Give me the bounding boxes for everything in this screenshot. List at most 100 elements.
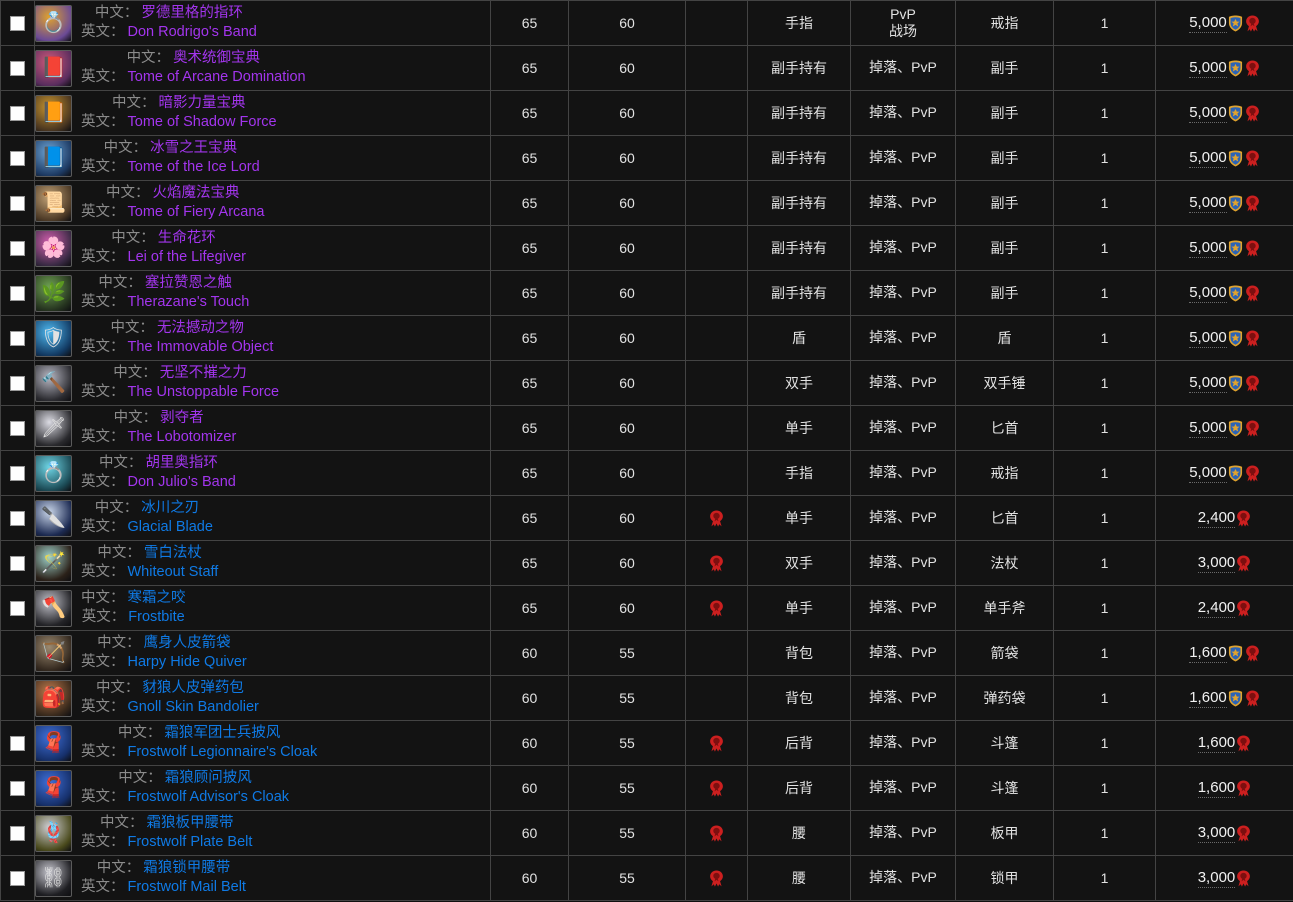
table-row[interactable]: 🪄 中文： 雪白法杖 英文： Whiteout Staff 65 60 双手 掉落、PvP 法杖 1… — [0, 540, 1293, 586]
row-checkbox[interactable] — [10, 781, 25, 797]
item-link-cn[interactable]: 霜狼军团士兵披风 — [164, 725, 280, 741]
table-row[interactable]: ⛓ 中文： 霜狼锁甲腰带 英文： Frostwolf Mail Belt 60 55 腰 掉落、… — [0, 855, 1293, 901]
row-checkbox[interactable] — [10, 241, 25, 257]
row-select-cell[interactable] — [0, 135, 35, 181]
item-link-en[interactable]: Tome of Arcane Domination — [128, 69, 306, 85]
item-link-cn[interactable]: 暗影力量宝典 — [159, 95, 246, 111]
row-checkbox[interactable] — [10, 376, 25, 392]
row-select-cell[interactable] — [0, 180, 35, 226]
item-link-en[interactable]: Glacial Blade — [128, 519, 213, 535]
row-checkbox[interactable] — [10, 826, 25, 842]
item-link-cn[interactable]: 胡里奥指环 — [145, 455, 218, 471]
item-link-cn[interactable]: 火焰魔法宝典 — [153, 185, 240, 201]
item-link-en[interactable]: Tome of Shadow Force — [128, 114, 277, 130]
table-row[interactable]: 🗡 中文： 剥夺者 英文： The Lobotomizer 65 60 单手 掉落、PvP 匕首 1… — [0, 405, 1293, 451]
item-link-en[interactable]: Don Rodrigo's Band — [128, 24, 257, 40]
item-link-cn[interactable]: 无法撼动之物 — [157, 320, 244, 336]
table-row[interactable]: 📙 中文： 暗影力量宝典 英文： Tome of Shadow Force 65 60 副手持… — [0, 90, 1293, 136]
item-link-cn[interactable]: 鹰身人皮箭袋 — [144, 635, 231, 651]
item-link-cn[interactable]: 冰川之刃 — [141, 500, 199, 516]
table-row[interactable]: 🔨 中文： 无坚不摧之力 英文： The Unstoppable Force 65 60 双手… — [0, 360, 1293, 406]
ring-gold-icon[interactable]: 💍 — [35, 4, 72, 42]
item-link-cn[interactable]: 寒霜之咬 — [128, 590, 186, 606]
item-link-en[interactable]: Gnoll Skin Bandolier — [128, 699, 259, 715]
table-row[interactable]: 💍 中文： 胡里奥指环 英文： Don Julio's Band 65 60 手指 掉落、PvP… — [0, 450, 1293, 496]
table-row[interactable]: 🌿 中文： 塞拉赞恩之触 英文： Therazane's Touch 65 60 副手持有 掉落… — [0, 270, 1293, 316]
row-select-cell[interactable] — [0, 360, 35, 406]
tome-blue-icon[interactable]: 📘 — [35, 139, 72, 177]
item-link-cn[interactable]: 无坚不摧之力 — [160, 365, 247, 381]
table-row[interactable]: 🪓 中文： 寒霜之咬 英文： Frostbite 65 60 单手 掉落、PvP 单手斧 1 2,40… — [0, 585, 1293, 631]
row-select-cell[interactable] — [0, 450, 35, 496]
row-checkbox[interactable] — [10, 196, 25, 212]
item-link-cn[interactable]: 罗德里格的指环 — [141, 5, 243, 21]
item-link-cn[interactable]: 生命花环 — [158, 230, 216, 246]
tome-pink-icon[interactable]: 📕 — [35, 49, 72, 87]
row-checkbox[interactable] — [10, 151, 25, 167]
item-link-cn[interactable]: 雪白法杖 — [144, 545, 202, 561]
table-row[interactable]: 🧣 中文： 霜狼顾问披风 英文： Frostwolf Advisor's Cloak 60… — [0, 765, 1293, 811]
item-link-cn[interactable]: 霜狼板甲腰带 — [146, 815, 233, 831]
plate-belt-icon[interactable]: 🪢 — [35, 814, 72, 852]
row-select-cell[interactable] — [0, 270, 35, 316]
item-link-en[interactable]: Tome of Fiery Arcana — [128, 204, 265, 220]
table-row[interactable]: 🎒 中文： 豺狼人皮弹药包 英文： Gnoll Skin Bandolier 60 55 背包… — [0, 675, 1293, 721]
table-row[interactable]: 📜 中文： 火焰魔法宝典 英文： Tome of Fiery Arcana 65 60 副手持… — [0, 180, 1293, 226]
table-row[interactable]: 🔪 中文： 冰川之刃 英文： Glacial Blade 65 60 单手 掉落、PvP 匕首 1 2… — [0, 495, 1293, 541]
row-select-cell[interactable] — [0, 810, 35, 856]
item-link-cn[interactable]: 霜狼顾问披风 — [165, 770, 252, 786]
tome-brown-icon[interactable]: 📜 — [35, 184, 72, 222]
item-link-cn[interactable]: 霜狼锁甲腰带 — [143, 860, 230, 876]
item-link-en[interactable]: Lei of the Lifegiver — [128, 249, 247, 265]
row-checkbox[interactable] — [10, 871, 25, 887]
item-link-en[interactable]: Frostwolf Legionnaire's Cloak — [128, 744, 318, 760]
two-hand-mace-icon[interactable]: 🔨 — [35, 364, 72, 402]
whiteout-staff-icon[interactable]: 🪄 — [35, 544, 72, 582]
row-select-cell[interactable] — [0, 405, 35, 451]
item-link-en[interactable]: Don Julio's Band — [128, 474, 236, 490]
glacial-blade-icon[interactable]: 🔪 — [35, 499, 72, 537]
item-link-en[interactable]: The Lobotomizer — [128, 429, 237, 445]
table-row[interactable]: 🌸 中文： 生命花环 英文： Lei of the Lifegiver 65 60 副手持有 掉… — [0, 225, 1293, 271]
row-checkbox[interactable] — [10, 106, 25, 122]
item-link-cn[interactable]: 豺狼人皮弹药包 — [142, 680, 244, 696]
frostbite-axe-icon[interactable]: 🪓 — [35, 589, 72, 627]
item-link-en[interactable]: Frostwolf Advisor's Cloak — [128, 789, 290, 805]
item-link-cn[interactable]: 剥夺者 — [160, 410, 204, 426]
row-select-cell[interactable] — [0, 720, 35, 766]
row-checkbox[interactable] — [10, 16, 25, 32]
table-row[interactable]: 🧣 中文： 霜狼军团士兵披风 英文： Frostwolf Legionnaire's C… — [0, 720, 1293, 766]
cloak-blue-icon[interactable]: 🧣 — [35, 724, 72, 762]
item-link-en[interactable]: Frostbite — [128, 609, 184, 625]
item-link-en[interactable]: Frostwolf Mail Belt — [128, 879, 246, 895]
row-checkbox[interactable] — [10, 736, 25, 752]
row-checkbox[interactable] — [10, 331, 25, 347]
row-checkbox[interactable] — [10, 511, 25, 527]
row-select-cell[interactable] — [0, 225, 35, 271]
ring-teal-icon[interactable]: 💍 — [35, 454, 72, 492]
row-checkbox[interactable] — [10, 556, 25, 572]
item-link-cn[interactable]: 奥术统御宝典 — [173, 50, 260, 66]
table-row[interactable]: 📕 中文： 奥术统御宝典 英文： Tome of Arcane Domination 65… — [0, 45, 1293, 91]
row-select-cell[interactable] — [0, 45, 35, 91]
item-link-cn[interactable]: 塞拉赞恩之触 — [145, 275, 232, 291]
table-row[interactable]: 🏹 中文： 鹰身人皮箭袋 英文： Harpy Hide Quiver 60 55 背包 掉落、P… — [0, 630, 1293, 676]
harpy-quiver-icon[interactable]: 🏹 — [35, 634, 72, 672]
table-row[interactable]: 🛡 中文： 无法撼动之物 英文： The Immovable Object 65 60 盾 掉落… — [0, 315, 1293, 361]
item-link-en[interactable]: The Immovable Object — [128, 339, 274, 355]
tome-gold-icon[interactable]: 📙 — [35, 94, 72, 132]
row-select-cell[interactable] — [0, 315, 35, 361]
mail-belt-icon[interactable]: ⛓ — [35, 859, 72, 897]
item-link-en[interactable]: Harpy Hide Quiver — [128, 654, 247, 670]
item-link-en[interactable]: Frostwolf Plate Belt — [128, 834, 253, 850]
row-select-cell[interactable] — [0, 585, 35, 631]
row-select-cell[interactable] — [0, 90, 35, 136]
shield-blue-icon[interactable]: 🛡 — [35, 319, 72, 357]
item-link-en[interactable]: Whiteout Staff — [128, 564, 219, 580]
table-row[interactable]: 🪢 中文： 霜狼板甲腰带 英文： Frostwolf Plate Belt 60 55 腰 掉落… — [0, 810, 1293, 856]
row-checkbox[interactable] — [10, 61, 25, 77]
item-link-en[interactable]: Tome of the Ice Lord — [128, 159, 260, 175]
row-checkbox[interactable] — [10, 466, 25, 482]
item-link-cn[interactable]: 冰雪之王宝典 — [150, 140, 237, 156]
table-row[interactable]: 📘 中文： 冰雪之王宝典 英文： Tome of the Ice Lord 65 60 副手持… — [0, 135, 1293, 181]
